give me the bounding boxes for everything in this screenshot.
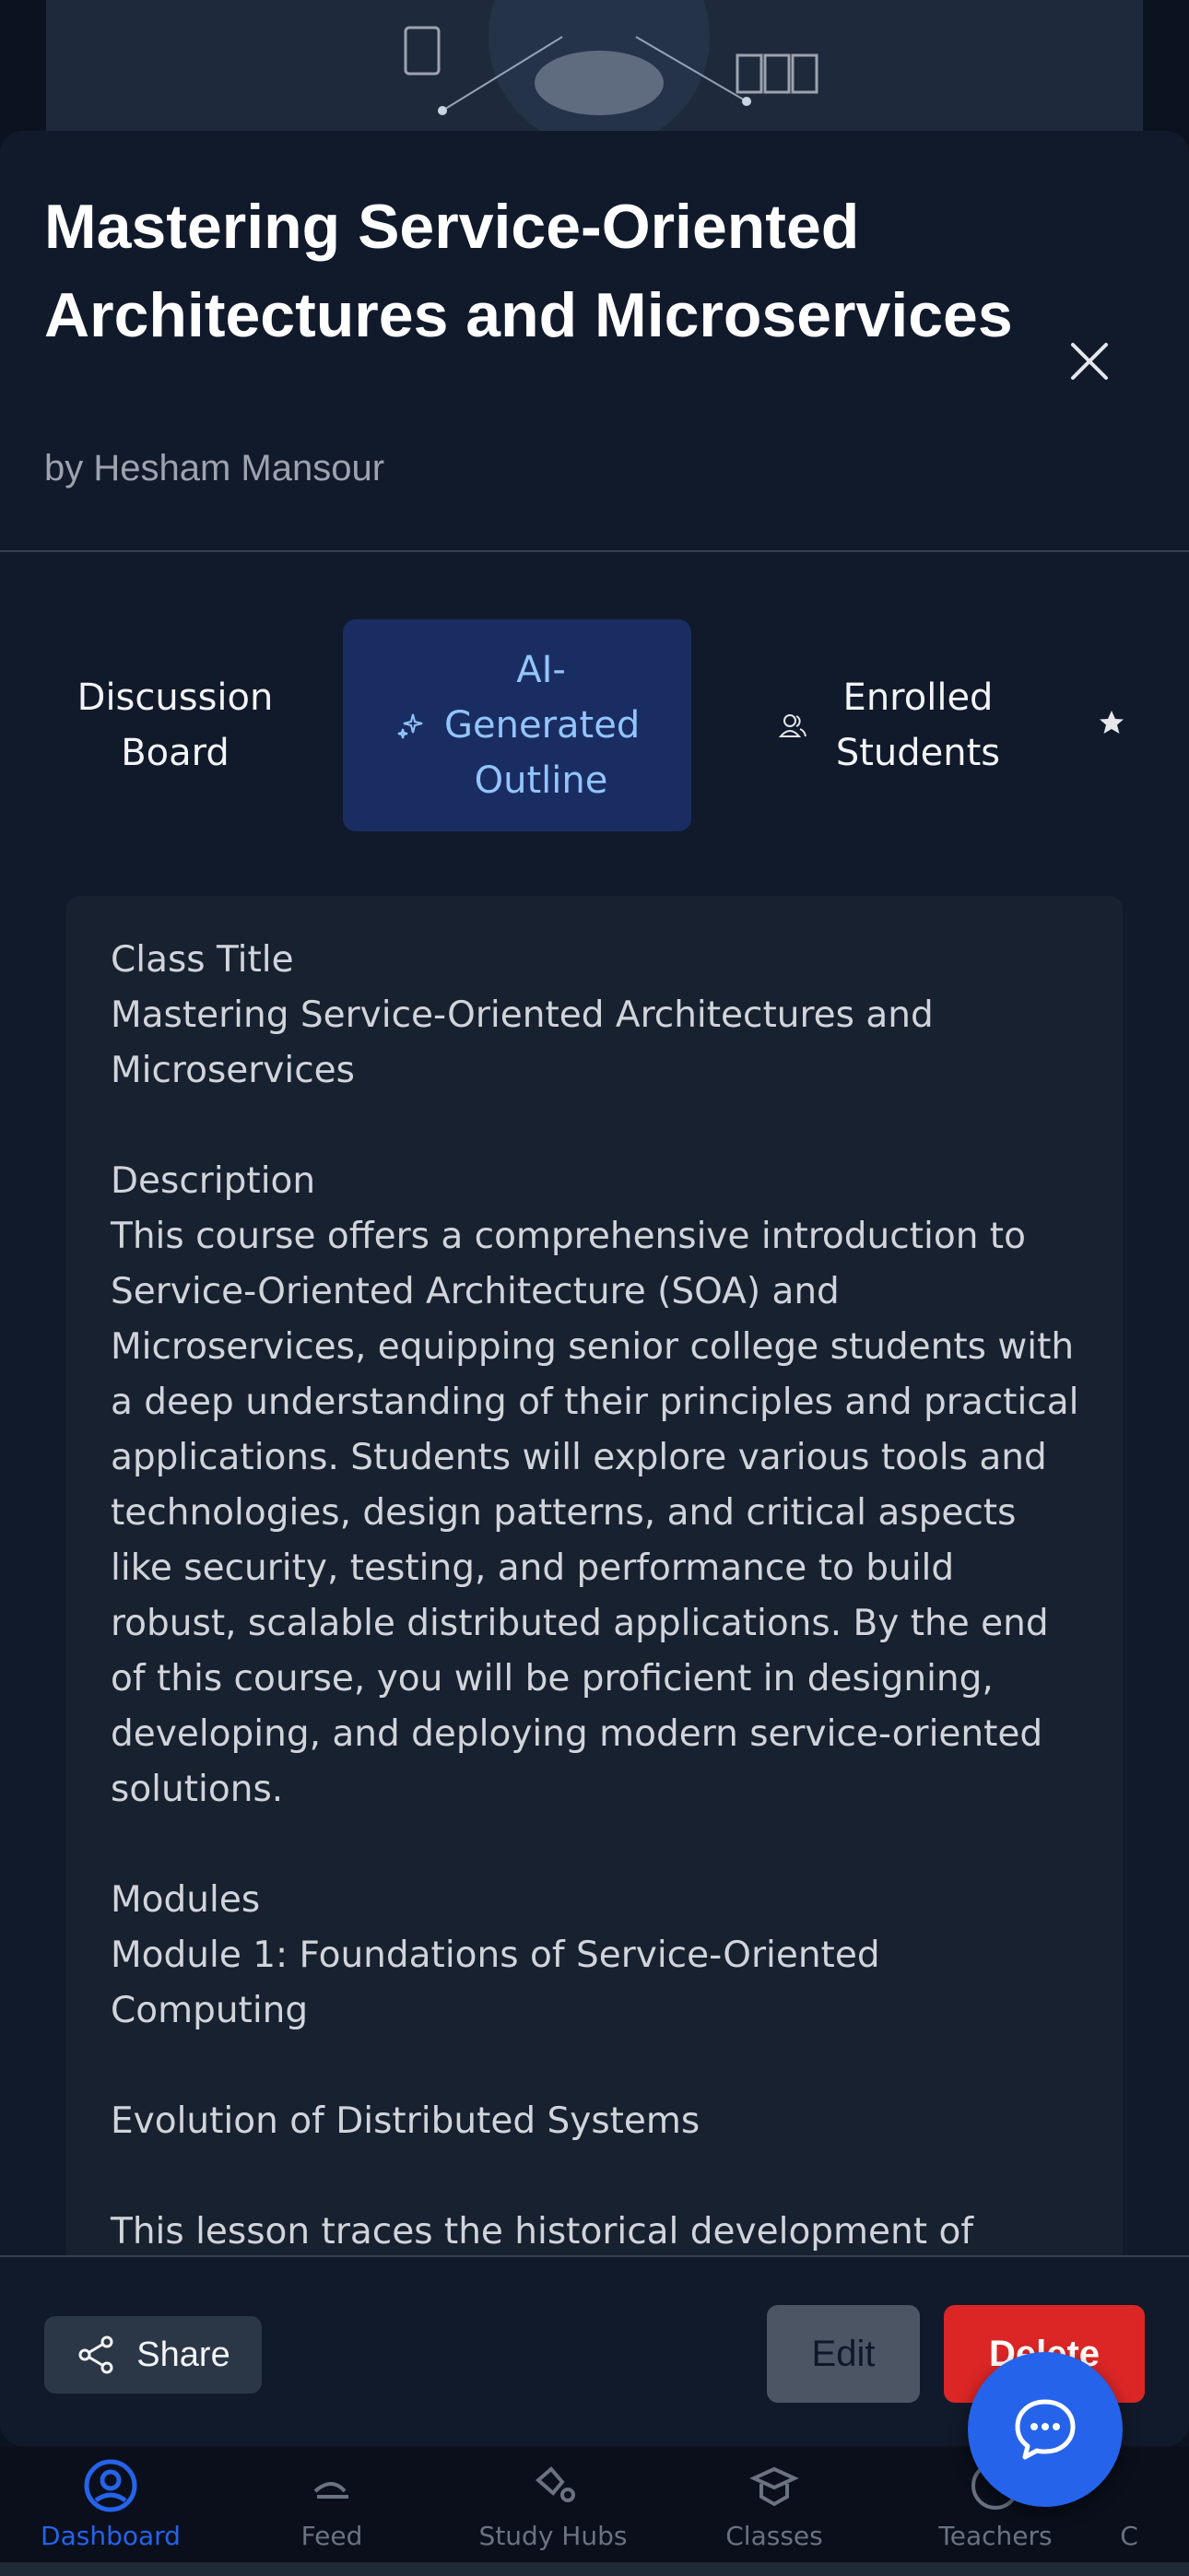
- edit-button[interactable]: Edit: [767, 2305, 920, 2403]
- close-icon: [1071, 343, 1108, 380]
- users-icon: [778, 711, 807, 740]
- nav-item-classes[interactable]: Classes: [664, 2447, 885, 2551]
- tab-ai-generated-outline[interactable]: AI-Generated Outline: [343, 619, 691, 831]
- close-button[interactable]: [1060, 332, 1119, 391]
- class-title-value: Mastering Service-Oriented Architectures…: [111, 994, 934, 1091]
- share-label: Share: [136, 2335, 230, 2374]
- ai-outline-content: Class Title Mastering Service-Oriented A…: [66, 896, 1123, 2389]
- course-detail-modal: Mastering Service-Oriented Architectures…: [0, 131, 1189, 2446]
- modal-header: Mastering Service-Oriented Architectures…: [0, 131, 1189, 552]
- nav-item-feed[interactable]: Feed: [221, 2447, 442, 2551]
- tab-discussion-board[interactable]: Discussion Board: [46, 619, 304, 831]
- nav-label: Study Hubs: [478, 2521, 628, 2551]
- chat-fab-button[interactable]: [968, 2352, 1123, 2507]
- home-indicator: [0, 2562, 1189, 2576]
- classes-icon: [745, 2456, 804, 2515]
- feed-icon: [302, 2456, 361, 2515]
- description-text: This course offers a comprehensive intro…: [111, 1216, 1079, 1810]
- share-icon: [78, 2335, 113, 2374]
- tab-enrolled-students[interactable]: Enrolled Students: [737, 619, 1051, 831]
- sparkles-icon: [396, 711, 426, 740]
- class-title-heading: Class Title: [111, 939, 294, 981]
- course-cover-image: [46, 0, 1143, 138]
- nav-item-dashboard[interactable]: Dashboard: [0, 2447, 221, 2551]
- lesson-title: Evolution of Distributed Systems: [111, 2100, 700, 2142]
- tab-label: Discussion Board: [77, 676, 274, 774]
- tab-label: Enrolled Students: [835, 676, 1001, 774]
- tab-label: AI-Generated Outline: [444, 649, 641, 802]
- chat-bubble-icon: [1015, 2399, 1076, 2460]
- cloud-network-illustration: [46, 0, 1143, 138]
- tab-favorite[interactable]: [1093, 704, 1130, 741]
- description-heading: Description: [111, 1160, 316, 1202]
- outline-text-scroll[interactable]: Class Title Mastering Service-Oriented A…: [111, 933, 1088, 2370]
- course-author: by Hesham Mansour: [44, 448, 385, 488]
- module-title: Module 1: Foundations of Service-Oriente…: [111, 1935, 880, 2031]
- nav-label: Classes: [725, 2521, 823, 2551]
- user-circle-icon: [81, 2456, 140, 2515]
- modules-heading: Modules: [111, 1879, 261, 1921]
- modal-title: Mastering Service-Oriented Architectures…: [44, 192, 1013, 350]
- study-hubs-icon: [524, 2456, 583, 2515]
- nav-item-study-hubs[interactable]: Study Hubs: [442, 2447, 664, 2551]
- tab-bar: Discussion Board AI-Generated Outline En…: [0, 619, 1189, 831]
- nav-label: Teachers: [938, 2521, 1053, 2551]
- nav-label: Feed: [300, 2521, 363, 2551]
- nav-label: C: [1120, 2521, 1138, 2551]
- star-icon: [1100, 711, 1124, 734]
- share-button[interactable]: Share: [44, 2316, 262, 2394]
- nav-label: Dashboard: [41, 2521, 181, 2551]
